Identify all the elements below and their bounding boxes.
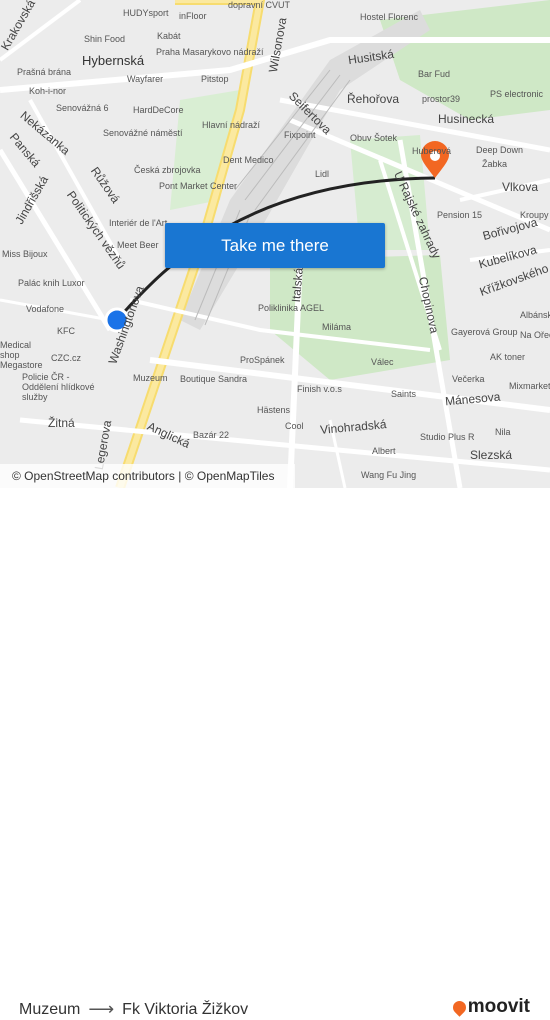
map-label: Žitná xyxy=(48,416,75,430)
map-label: Interiér de l'Art xyxy=(109,218,168,228)
map-label: Shin Food xyxy=(84,34,126,44)
map-label: Palác knih Luxor xyxy=(18,278,85,288)
map-label: Pension 15 xyxy=(437,210,483,220)
arrow-right-icon: ⟶ xyxy=(88,999,115,1019)
map-label: Policie ČR - Oddělení hlídkové služby xyxy=(22,372,95,402)
map-label: Medical shop Megastore xyxy=(0,340,43,370)
map-label: Pitstop xyxy=(201,74,229,84)
take-me-there-button[interactable]: Take me there xyxy=(165,223,385,268)
map-label: Senovážná 6 xyxy=(56,103,109,113)
map-label: Saints xyxy=(391,389,417,399)
brand-name: moovit xyxy=(467,996,530,1017)
map-label: Studio Plus R xyxy=(420,432,475,442)
origin-name: Muzeum xyxy=(19,1000,81,1018)
map-label: KFC xyxy=(57,326,75,336)
map-label: dopravní CVUT xyxy=(228,0,291,10)
map-label: Gayerová Group xyxy=(451,327,518,337)
map-label: Válec xyxy=(371,357,394,367)
map-label: Praha Masarykovo nádraží xyxy=(156,47,264,57)
map-label: Senovážné náměstí xyxy=(103,128,183,138)
map-label: Mixmarket xyxy=(509,381,550,391)
map-label: Miláma xyxy=(322,322,352,332)
map-label: Kroupy xyxy=(520,210,549,220)
map-label: inFloor xyxy=(179,11,207,21)
map-label: Wang Fu Jing xyxy=(361,470,417,480)
map-label: Česká zbrojovka xyxy=(134,165,201,175)
map-label: Meet Beer xyxy=(117,240,159,250)
map-label: AK toner xyxy=(490,352,526,362)
map-label: Pont Market Center xyxy=(159,181,238,191)
map-label: Deep Down xyxy=(476,145,524,155)
footer: Muzeum ⟶ Fk Viktoria Žižkov moovit xyxy=(0,488,550,1019)
map-label: Slezská xyxy=(470,448,513,462)
map-label: Hästens xyxy=(257,405,291,415)
map-label: Vodafone xyxy=(26,304,65,314)
map-label: Mánesova xyxy=(444,389,501,409)
map-label: Kabát xyxy=(157,31,181,41)
map-label: Poliklinika AGEL xyxy=(258,303,325,313)
map-label: CZC.cz xyxy=(51,353,81,363)
map-label: Bar Fud xyxy=(418,69,451,79)
moovit-logo: moovit xyxy=(450,996,530,1018)
map-label: Řehořova xyxy=(347,92,400,106)
map-label: ProSpánek xyxy=(240,355,285,365)
map-label: Hlavní nádraží xyxy=(202,120,261,130)
moovit-pin-icon xyxy=(450,997,469,1017)
map-label: Lidl xyxy=(315,169,330,179)
map-label: Muzeum xyxy=(133,373,168,383)
map-label: Cool xyxy=(285,421,304,431)
map-label: Fixpoint xyxy=(284,130,316,140)
map-label: Huberová xyxy=(412,146,452,156)
map-label: PS electronic xyxy=(490,89,544,99)
destination-name: Fk Viktoria Žižkov xyxy=(122,1000,249,1018)
map-label: Koh-i-nor xyxy=(29,86,67,96)
map-label: Hostel Florenc xyxy=(360,12,419,22)
map-label: Žabka xyxy=(482,159,508,169)
map-label: Večerka xyxy=(452,374,485,384)
map-label: Na Ořechu xyxy=(520,330,550,340)
map-label: Hybernská xyxy=(82,53,145,68)
map-label: Bazár 22 xyxy=(193,430,230,440)
map-label: Miss Bijoux xyxy=(2,249,48,259)
map-label: prostor39 xyxy=(422,94,461,104)
map-label: Italská xyxy=(288,267,306,303)
map-attribution[interactable]: © OpenStreetMap contributors | © OpenMap… xyxy=(0,464,295,488)
map-label: Finish v.o.s xyxy=(297,384,342,394)
map-label: Husinecká xyxy=(438,112,495,126)
map-label: HUDYsport xyxy=(123,8,169,18)
map-label: Vlkova xyxy=(502,180,539,194)
map-label: Obuv Šotek xyxy=(350,133,398,143)
map-label: HardDeCore xyxy=(133,105,184,115)
map[interactable]: Hybernská Wilsonova Husitská Řehořova Hu… xyxy=(0,0,550,488)
map-label: Boutique Sandra xyxy=(180,374,248,384)
route-title: Muzeum ⟶ Fk Viktoria Žižkov xyxy=(19,999,248,1020)
map-label: Albánská xyxy=(520,310,550,320)
map-label: Wayfarer xyxy=(127,74,164,84)
map-label: Dent Medico xyxy=(223,155,274,165)
map-label: Prašná brána xyxy=(17,67,72,77)
map-label: Nila xyxy=(495,427,511,437)
map-label: Albert xyxy=(372,446,396,456)
